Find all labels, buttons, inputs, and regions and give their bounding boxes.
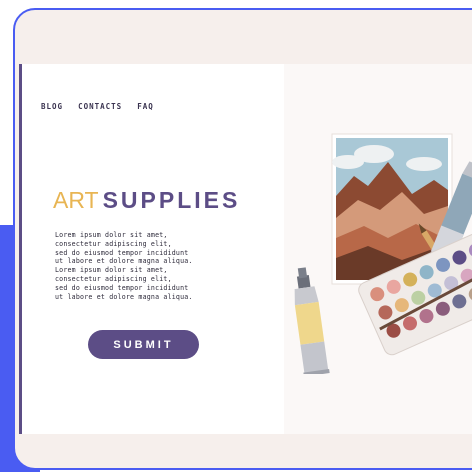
- landing-page: BLOG CONTACTS FAQ ART SUPPLIES Lorem ipsu…: [19, 64, 472, 434]
- submit-button[interactable]: SUBMIT: [88, 330, 199, 359]
- nav-item-contacts[interactable]: CONTACTS: [78, 102, 122, 111]
- nav-item-faq[interactable]: FAQ: [137, 102, 154, 111]
- browser-window: BLOG CONTACTS FAQ ART SUPPLIES Lorem ipsu…: [13, 8, 472, 470]
- hero-description: Lorem ipsum dolor sit amet, consectetur …: [55, 231, 193, 301]
- title-word-supplies: SUPPLIES: [102, 187, 241, 213]
- art-supplies-illustration: [294, 133, 472, 374]
- top-nav: BLOG CONTACTS FAQ: [41, 102, 154, 111]
- stage: BLOG CONTACTS FAQ ART SUPPLIES Lorem ipsu…: [0, 0, 472, 472]
- page-title: ART SUPPLIES: [53, 187, 240, 214]
- title-word-art: ART: [53, 187, 99, 213]
- paint-tube-icon: [294, 267, 330, 374]
- nav-item-blog[interactable]: BLOG: [41, 102, 63, 111]
